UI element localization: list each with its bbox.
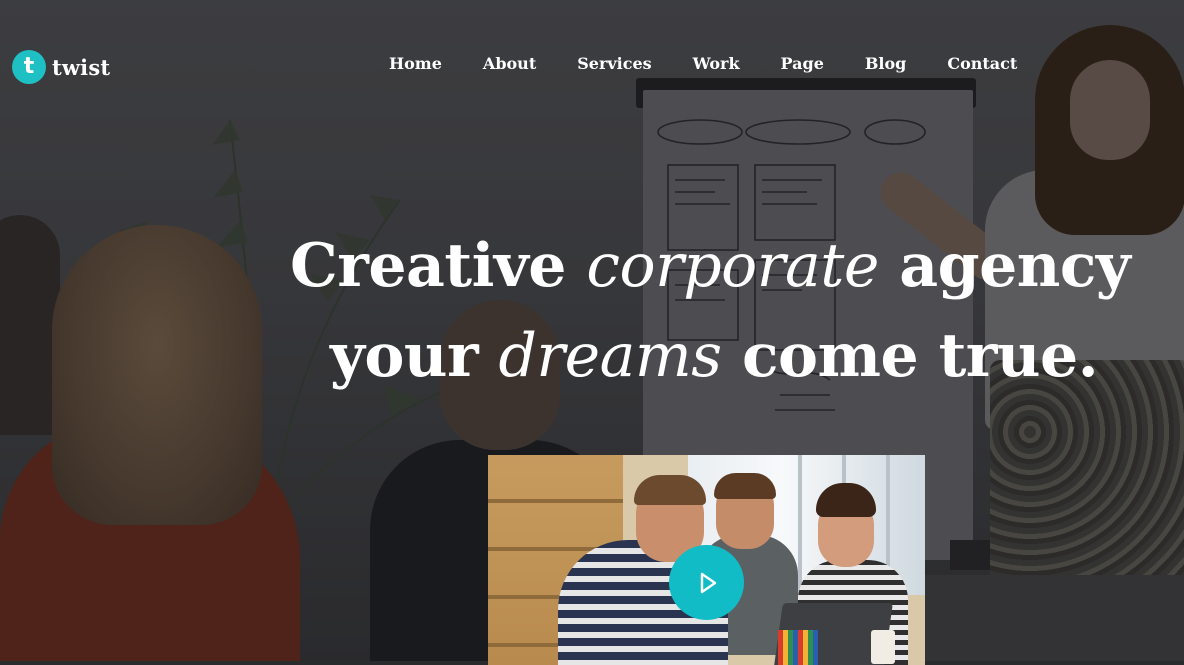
logo-icon: t	[12, 50, 46, 84]
nav-item-contact[interactable]: Contact	[947, 52, 1017, 76]
hero-line-2-end: come true.	[721, 321, 1099, 391]
hero-line-2-start: your	[330, 321, 499, 391]
hero-line-2-emphasis: dreams	[498, 321, 723, 391]
play-button[interactable]	[669, 545, 744, 620]
nav-item-about[interactable]: About	[483, 52, 536, 76]
video-thumbnail[interactable]	[488, 455, 925, 665]
hero-line-1-end: agency	[878, 231, 1131, 301]
nav-item-services[interactable]: Services	[577, 52, 651, 76]
brand-name: twist	[52, 54, 111, 80]
play-icon	[700, 572, 716, 593]
hero-line-2: your dreams come true.	[330, 312, 1099, 400]
main-nav: Home About Services Work Page Blog Conta…	[389, 52, 1017, 76]
hero-line-1-start: Creative	[290, 231, 587, 301]
nav-item-blog[interactable]: Blog	[865, 52, 906, 76]
brand-logo[interactable]: t twist	[12, 50, 110, 84]
nav-item-home[interactable]: Home	[389, 52, 442, 76]
nav-item-work[interactable]: Work	[693, 52, 740, 76]
nav-item-page[interactable]: Page	[781, 52, 824, 76]
hero-line-1: Creative corporate agency	[290, 222, 1131, 310]
hero-line-1-emphasis: corporate	[586, 231, 879, 301]
